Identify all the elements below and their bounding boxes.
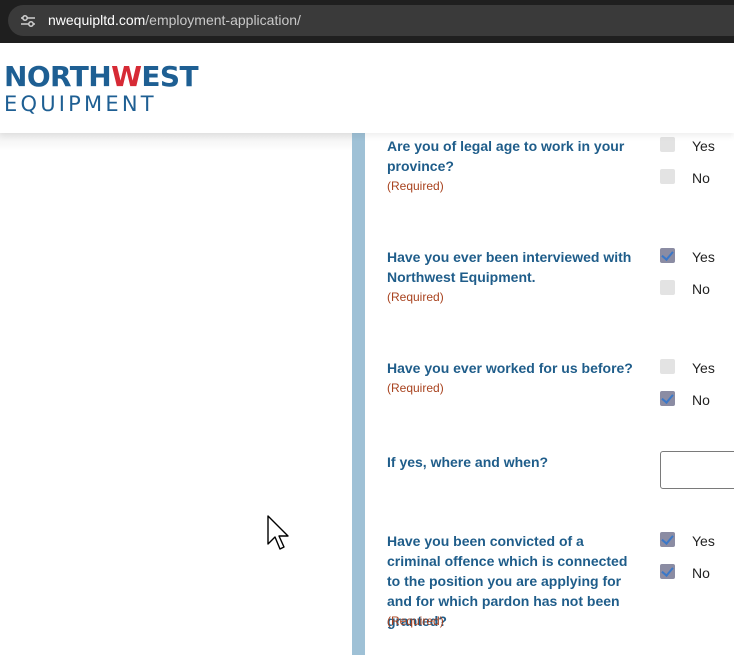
question-worked-before: Have you ever worked for us before? — [387, 360, 633, 376]
site-settings-icon[interactable] — [20, 14, 36, 28]
required-indicator: (Required) — [387, 381, 444, 395]
option-label: Yes — [692, 360, 715, 376]
url-text[interactable]: nwequipltd.com/employment-application/ — [48, 12, 301, 29]
option-worked-yes[interactable]: Yes — [660, 359, 734, 377]
option-label: Yes — [692, 249, 715, 265]
checkbox-interviewed-no[interactable] — [660, 280, 675, 295]
logo-wordmark-bottom: EQUIPMENT — [4, 92, 157, 116]
where-when-input[interactable] — [660, 451, 734, 489]
option-label: No — [692, 170, 710, 186]
left-blank-column — [0, 133, 352, 655]
address-bar[interactable]: nwequipltd.com/employment-application/ — [8, 5, 734, 36]
option-interviewed-yes[interactable]: Yes — [660, 248, 734, 266]
url-path: /employment-application/ — [145, 12, 301, 28]
required-indicator: (Required) — [387, 290, 444, 304]
option-interviewed-no[interactable]: No — [660, 280, 734, 298]
question-where-when: If yes, where and when? — [387, 454, 549, 470]
option-label: No — [692, 392, 710, 408]
northwest-equipment-logo[interactable]: NORTHWEST EQUIPMENT — [4, 63, 204, 119]
option-label: Yes — [692, 533, 715, 549]
site-header: NORTHWEST EQUIPMENT — [0, 43, 734, 133]
question-legal-age: Are you of legal age to work in your pro… — [387, 138, 625, 174]
checkbox-worked-yes[interactable] — [660, 359, 675, 374]
checkbox-interviewed-yes[interactable] — [660, 248, 675, 263]
option-criminal-no[interactable]: No — [660, 564, 734, 582]
option-criminal-yes[interactable]: Yes — [660, 532, 734, 550]
required-indicator: (Required) — [387, 179, 444, 193]
form-left-border — [352, 133, 365, 655]
logo-wordmark-top: NORTHWEST — [4, 60, 199, 93]
option-label: Yes — [692, 138, 715, 154]
checkbox-criminal-yes[interactable] — [660, 532, 675, 547]
option-label: No — [692, 565, 710, 581]
option-legal-age-no[interactable]: No — [660, 169, 734, 187]
option-legal-age-yes[interactable]: Yes — [660, 137, 734, 155]
url-domain: nwequipltd.com — [48, 12, 146, 28]
header-shadow — [0, 133, 352, 151]
checkbox-criminal-no[interactable] — [660, 564, 675, 579]
required-indicator: (Required) — [387, 614, 444, 628]
browser-toolbar: nwequipltd.com/employment-application/ — [0, 0, 734, 43]
checkbox-legal-age-no[interactable] — [660, 169, 675, 184]
option-worked-no[interactable]: No — [660, 391, 734, 409]
option-label: No — [692, 281, 710, 297]
checkbox-legal-age-yes[interactable] — [660, 137, 675, 152]
mouse-pointer-icon — [267, 515, 289, 550]
checkbox-worked-no[interactable] — [660, 391, 675, 406]
question-interviewed-before: Have you ever been interviewed with Nort… — [387, 249, 632, 285]
